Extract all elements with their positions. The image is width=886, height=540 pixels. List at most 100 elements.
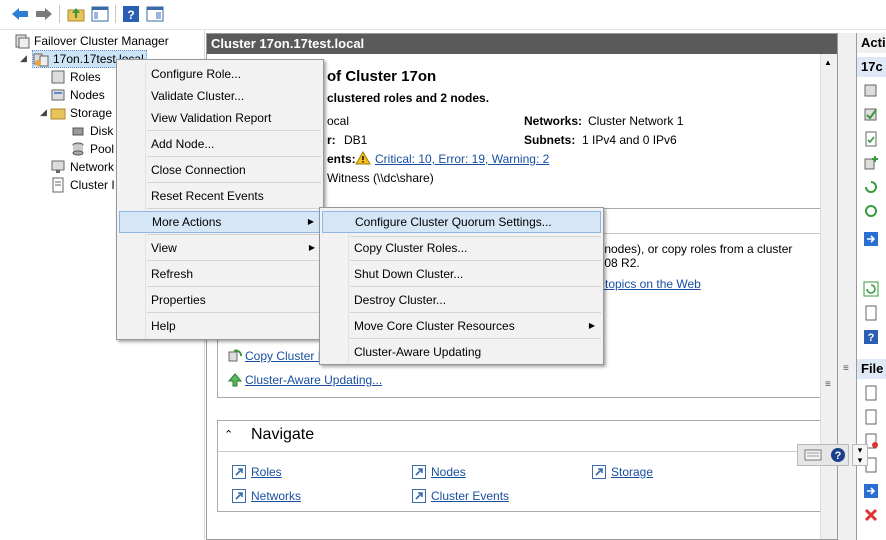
tree-item-pools[interactable]: Pool [70, 140, 114, 158]
networks-nav-icon [232, 489, 246, 506]
tree-storage-label: Storage [70, 106, 113, 120]
menu-properties[interactable]: Properties [119, 289, 321, 311]
close-connection-icon[interactable] [863, 179, 879, 195]
tree-pools-label: Pool [90, 142, 115, 156]
menu-refresh[interactable]: Refresh [119, 263, 321, 285]
summary-title: of Cluster 17on [327, 68, 437, 85]
cluster-icon [33, 51, 49, 67]
summary-subtitle: clustered roles and 2 nodes. [327, 91, 490, 105]
menu-validate-cluster[interactable]: Validate Cluster... [119, 85, 321, 107]
add-node-icon[interactable] [863, 155, 879, 171]
nodes-icon [50, 87, 66, 103]
actions-help-icon[interactable]: ? [863, 329, 879, 345]
menu-view-label: View [151, 241, 177, 255]
keyboard-icon[interactable] [804, 448, 822, 465]
action-pane-icon[interactable] [145, 4, 165, 24]
help-circle-icon[interactable]: ? [830, 447, 846, 466]
nav-networks-link[interactable]: Networks [251, 489, 301, 503]
tree-item-networks[interactable]: Network [50, 158, 114, 176]
properties-icon[interactable] [863, 305, 879, 321]
tree-root-label: Failover Cluster Manager [34, 34, 169, 48]
pool-icon [70, 141, 86, 157]
svg-text:?: ? [127, 8, 134, 22]
nav-events-link[interactable]: Cluster Events [431, 489, 509, 503]
file-action-2-icon[interactable] [863, 409, 879, 425]
nav-storage-link[interactable]: Storage [611, 465, 653, 479]
console-tree-icon[interactable] [90, 4, 110, 24]
menu-configure-role[interactable]: Configure Role... [119, 63, 321, 85]
submenu-cluster-aware-updating[interactable]: Cluster-Aware Updating [322, 341, 601, 363]
actions-file-header[interactable]: File [857, 359, 886, 379]
menu-reset-recent-events[interactable]: Reset Recent Events [119, 185, 321, 207]
tree-item-disks[interactable]: Disk [70, 122, 113, 140]
scroll-grip-icon[interactable]: ≡ [825, 379, 831, 390]
tree-networks-label: Network [70, 160, 115, 174]
events-label: ents: [327, 152, 356, 166]
submenu-shut-down-cluster[interactable]: Shut Down Cluster... [322, 263, 601, 285]
cau-link[interactable]: Cluster-Aware Updating... [245, 373, 382, 387]
roles-icon [50, 69, 66, 85]
svg-text:?: ? [868, 332, 875, 344]
submenu-arrow-icon: ▶ [308, 243, 315, 252]
scroll-up-icon[interactable]: ▲ [824, 58, 832, 67]
menu-more-actions-label: More Actions [152, 215, 222, 229]
menu-more-actions[interactable]: More Actions ▶ [119, 211, 321, 233]
more-actions-submenu: Configure Cluster Quorum Settings... Cop… [319, 207, 604, 365]
nav-roles-link[interactable]: Roles [251, 465, 282, 479]
back-arrow-icon[interactable] [10, 4, 30, 24]
storage-nav-icon [592, 465, 606, 482]
server-value: DB1 [344, 133, 368, 147]
disk-icon [70, 123, 86, 139]
tree-item-nodes[interactable]: Nodes [50, 86, 105, 104]
forward-arrow-icon[interactable] [34, 4, 54, 24]
server-label: r: [327, 133, 336, 147]
mini-toolbar-arrows[interactable]: ▾ ▾ [852, 444, 868, 466]
menu-view-validation-report[interactable]: View Validation Report [119, 107, 321, 129]
validate-icon[interactable] [863, 107, 879, 123]
events-link[interactable]: Critical: 10, Error: 19, Warning: 2 [375, 152, 549, 166]
help-icon[interactable]: ? [121, 4, 141, 24]
nav-nodes-link[interactable]: Nodes [431, 465, 466, 479]
collapse-storage-icon[interactable]: ◢ [40, 107, 47, 118]
subnets-value: 1 IPv4 and 0 IPv6 [582, 133, 677, 147]
up-folder-icon[interactable] [66, 4, 86, 24]
reset-events-icon[interactable] [863, 203, 879, 219]
validation-report-icon[interactable] [863, 131, 879, 147]
refresh-icon[interactable] [863, 281, 879, 297]
actions-cluster-header[interactable]: 17c [857, 57, 886, 77]
witness-value: Witness (\\dc\share) [327, 171, 434, 185]
delete-icon[interactable] [863, 507, 879, 523]
tree-item-storage[interactable]: Storage [50, 104, 112, 122]
tree-roles-label: Roles [70, 70, 101, 84]
collapse-icon[interactable]: ◢ [20, 53, 27, 64]
configure-text-1: s (nodes), or copy roles from a cluster [591, 242, 793, 256]
network-icon [50, 159, 66, 175]
menu-add-node[interactable]: Add Node... [119, 133, 321, 155]
tree-item-roles[interactable]: Roles [50, 68, 101, 86]
more-actions-icon[interactable] [863, 231, 879, 247]
menu-help[interactable]: Help [119, 315, 321, 337]
menu-view[interactable]: View ▶ [119, 237, 321, 259]
storage-folder-icon [50, 105, 66, 121]
file-move-icon[interactable] [863, 483, 879, 499]
submenu-configure-quorum[interactable]: Configure Cluster Quorum Settings... [322, 211, 601, 233]
vertical-scrollbar[interactable]: ▲ ≡ [820, 54, 837, 539]
floating-toolbar: ? [797, 444, 849, 466]
splitter-grip-icon[interactable]: ≡ [843, 363, 849, 374]
submenu-copy-cluster-roles[interactable]: Copy Cluster Roles... [322, 237, 601, 259]
cluster-manager-icon [14, 33, 30, 49]
submenu-destroy-cluster[interactable]: Destroy Cluster... [322, 289, 601, 311]
file-action-1-icon[interactable] [863, 385, 879, 401]
domain-value: ocal [327, 114, 350, 128]
context-menu: Configure Role... Validate Cluster... Vi… [116, 59, 324, 340]
tree-item-cluster-events[interactable]: Cluster I [50, 176, 115, 194]
collapse-navigate-icon[interactable]: ⌃ [224, 428, 233, 441]
navigate-title: Navigate [251, 426, 315, 443]
toolbar: ? [0, 0, 886, 30]
topics-web-link[interactable]: er topics on the Web [591, 277, 701, 291]
menu-close-connection[interactable]: Close Connection [119, 159, 321, 181]
tree-item-root[interactable]: Failover Cluster Manager [14, 32, 169, 50]
submenu-move-core-resources[interactable]: Move Core Cluster Resources ▶ [322, 315, 601, 337]
configure-role-icon[interactable] [863, 83, 879, 99]
navigate-section: ⌃ Navigate Roles Nodes Storage Networks … [217, 420, 824, 512]
